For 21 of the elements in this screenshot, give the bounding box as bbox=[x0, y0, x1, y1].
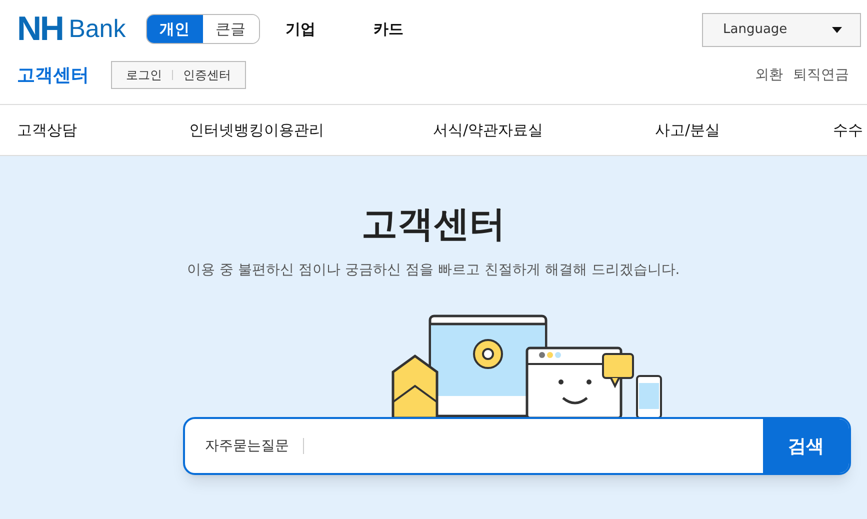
category-select[interactable]: 자주묻는질문 bbox=[185, 419, 318, 473]
nav-item[interactable]: 서식/약관자료실 bbox=[433, 118, 544, 142]
page-title: 고객센터 bbox=[360, 203, 506, 247]
caret-icon bbox=[832, 27, 842, 33]
nav-item[interactable]: 인터넷뱅킹이용관리 bbox=[189, 118, 324, 142]
top-link[interactable]: 기업 bbox=[272, 18, 330, 40]
language-select[interactable]: Language bbox=[702, 13, 861, 47]
page-subtitle: 이용 중 불편하신 점이나 궁금하신 점을 빠르고 친절하게 해결해 드리겠습니다. bbox=[186, 261, 681, 280]
nav-item[interactable]: 사고/분실 bbox=[655, 118, 720, 142]
nav-item[interactable]: 고객상담 bbox=[17, 118, 77, 142]
logo-mark: NH bbox=[17, 12, 63, 46]
search-button[interactable]: 검색 bbox=[763, 419, 849, 473]
auth-button[interactable]: 로그인 bbox=[126, 66, 162, 84]
top-link[interactable]: 카드 bbox=[360, 18, 418, 40]
nav-item[interactable]: 수수 bbox=[833, 118, 863, 142]
auth-button[interactable]: 인증센터 bbox=[183, 66, 231, 84]
utility-link[interactable]: 외환 bbox=[755, 65, 783, 86]
utility-link[interactable]: 퇴직연금 bbox=[793, 65, 849, 86]
section-title: 고객센터 bbox=[17, 64, 89, 88]
segment-tab[interactable]: 개인 bbox=[146, 15, 203, 43]
logo-word: Bank bbox=[68, 16, 126, 42]
